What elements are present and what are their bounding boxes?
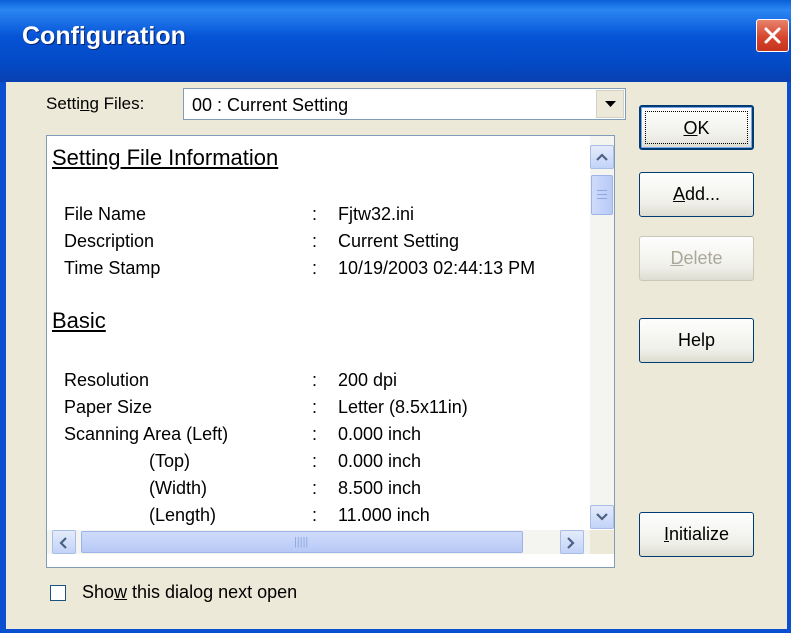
initialize-button[interactable]: Initialize [639, 512, 754, 557]
vertical-scrollbar[interactable] [590, 136, 614, 529]
info-label-width: (Width) [149, 478, 207, 498]
scroll-right-icon [567, 537, 575, 549]
section-title-setting-file-info: Setting File Information [52, 145, 279, 170]
scroll-thumb-grip: ||||| [294, 536, 309, 548]
show-dialog-label[interactable]: Show this dialog next open [82, 582, 297, 603]
window-frame-right [787, 82, 791, 633]
info-value-top: 0.000 inch [338, 451, 422, 471]
scroll-up-icon [596, 153, 608, 161]
scroll-down-icon [596, 513, 608, 521]
separator: : [312, 478, 318, 498]
setting-files-dropdown[interactable]: 00 : Current Setting [183, 88, 626, 120]
info-value-file-name: Fjtw32.ini [338, 204, 415, 224]
separator: : [312, 204, 318, 224]
info-value-paper-size: Letter (8.5x11in) [338, 397, 468, 417]
info-label-description: Description [64, 231, 155, 251]
separator: : [312, 424, 318, 444]
separator: : [312, 231, 318, 251]
scroll-right-button[interactable] [560, 530, 584, 554]
info-label-resolution: Resolution [64, 370, 150, 390]
info-label-file-name: File Name [64, 204, 147, 224]
scroll-left-button[interactable] [52, 530, 76, 554]
show-dialog-checkbox[interactable] [50, 585, 66, 601]
add-button[interactable]: Add... [639, 172, 754, 217]
focus-rectangle [645, 111, 748, 144]
separator: : [312, 370, 318, 390]
vertical-scroll-thumb[interactable] [591, 175, 613, 215]
scroll-up-button[interactable] [590, 145, 614, 169]
info-value-description: Current Setting [338, 231, 460, 251]
window-title: Configuration [22, 22, 186, 50]
setting-files-value: 00 : Current Setting [192, 95, 349, 115]
close-button[interactable] [756, 19, 789, 52]
scrollbar-corner [590, 530, 614, 554]
scroll-left-icon [59, 537, 67, 549]
setting-files-label: Setting Files: [46, 94, 145, 113]
separator: : [312, 397, 318, 417]
info-label-top: (Top) [149, 451, 191, 471]
dropdown-arrow-icon [605, 101, 616, 107]
info-value-width: 8.500 inch [338, 478, 422, 498]
dropdown-button[interactable] [596, 90, 624, 118]
horizontal-scrollbar[interactable]: ||||| [47, 530, 590, 554]
title-bar[interactable]: Configuration [0, 0, 791, 82]
section-title-basic: Basic [52, 308, 106, 333]
window-frame-bottom [0, 629, 791, 633]
info-label-time-stamp: Time Stamp [64, 258, 161, 278]
scroll-down-button[interactable] [590, 505, 614, 529]
ok-button[interactable]: OK [639, 105, 754, 150]
window-frame-left [0, 82, 6, 633]
info-label-length: (Length) [149, 505, 217, 525]
setting-info-panel[interactable]: Setting File Information File Name : Fjt… [46, 135, 615, 568]
close-icon [764, 27, 781, 44]
separator: : [312, 505, 318, 525]
help-button[interactable]: Help [639, 318, 754, 363]
horizontal-scroll-thumb[interactable]: ||||| [81, 531, 523, 553]
info-value-resolution: 200 dpi [338, 370, 398, 390]
separator: : [312, 451, 318, 471]
separator: : [312, 258, 318, 278]
info-label-scanning-area-left: Scanning Area (Left) [64, 424, 229, 444]
info-label-paper-size: Paper Size [64, 397, 153, 417]
info-value-time-stamp: 10/19/2003 02:44:13 PM [338, 258, 536, 278]
info-value-length: 11.000 inch [338, 505, 430, 525]
delete-button[interactable]: Delete [639, 236, 754, 281]
info-value-scanning-area-left: 0.000 inch [338, 424, 422, 444]
